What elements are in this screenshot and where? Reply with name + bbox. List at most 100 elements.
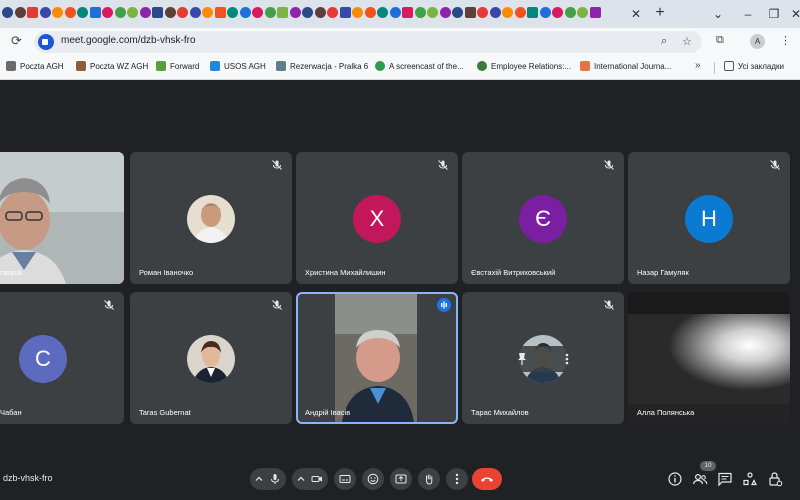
tab-favicon[interactable] (302, 7, 313, 18)
more-options-icon[interactable] (564, 352, 570, 366)
participant-tile[interactable]: С Чабан (0, 292, 124, 424)
tab-favicon[interactable] (339, 7, 351, 18)
tab-favicon[interactable] (552, 7, 563, 18)
tab-favicon[interactable] (227, 7, 238, 18)
bookmark-item[interactable]: Poczta WZ AGH (76, 61, 148, 75)
tab-favicon[interactable] (589, 7, 601, 18)
present-screen-button[interactable] (390, 468, 412, 490)
bookmark-star-icon[interactable]: ☆ (682, 35, 692, 48)
tile-hover-controls[interactable] (508, 346, 578, 372)
chat-icon[interactable] (716, 470, 734, 488)
tab-favicon[interactable] (352, 7, 363, 18)
tab-favicon[interactable] (327, 7, 338, 18)
tab-favicon[interactable] (252, 7, 263, 18)
tab-favicon[interactable] (414, 7, 426, 18)
tab-favicon[interactable] (14, 7, 26, 18)
participant-tile[interactable]: Taras Gubernat (130, 292, 292, 424)
tab-favicon[interactable] (277, 7, 288, 18)
raise-hand-button[interactable] (418, 468, 440, 490)
tab-favicon[interactable] (527, 7, 538, 18)
address-bar[interactable]: meet.google.com/dzb-vhsk-fro ⌕ ☆ (34, 31, 702, 53)
bookmark-item[interactable]: Poczta AGH (6, 61, 64, 75)
pin-icon[interactable] (516, 352, 528, 366)
chevron-down-icon[interactable]: ⌄ (710, 6, 726, 22)
people-icon[interactable] (691, 470, 709, 488)
tab-favicon[interactable] (152, 7, 163, 18)
pinned-tabs-favicons[interactable] (2, 7, 622, 21)
maximize-icon[interactable]: ❐ (766, 6, 782, 22)
tab-favicon[interactable] (39, 7, 51, 18)
participant-tile[interactable]: Тарас Михайлов (462, 292, 624, 424)
bookmark-item[interactable]: USOS AGH (210, 61, 266, 75)
tab-favicon[interactable] (389, 7, 401, 18)
tab-favicon[interactable] (2, 7, 13, 18)
participant-tile[interactable]: rasyuk (0, 152, 124, 284)
leave-call-button[interactable] (472, 468, 502, 490)
tab-favicon[interactable] (427, 7, 438, 18)
tab-favicon[interactable] (289, 7, 301, 18)
tab-favicon[interactable] (477, 7, 488, 18)
chevron-up-icon[interactable] (296, 474, 306, 484)
participant-tile-active-speaker[interactable]: Андрій Івасів (296, 292, 458, 424)
url-text[interactable]: meet.google.com/dzb-vhsk-fro (61, 35, 196, 46)
tab-favicon[interactable] (77, 7, 88, 18)
close-tab-icon[interactable]: ✕ (628, 6, 644, 22)
tab-favicon[interactable] (214, 7, 226, 18)
close-window-icon[interactable]: ✕ (788, 6, 800, 22)
tab-favicon[interactable] (452, 7, 463, 18)
participant-tile[interactable]: Н Назар Гамуляк (628, 152, 790, 284)
meeting-info-icon[interactable] (666, 470, 684, 488)
tab-favicon[interactable] (102, 7, 113, 18)
bookmark-item[interactable]: Rezerwacja - Pralka 6 (276, 61, 368, 75)
tab-favicon[interactable] (464, 7, 476, 18)
site-info-icon[interactable] (38, 34, 54, 50)
bookmark-item[interactable]: Employee Relations:... (477, 61, 571, 75)
tab-favicon[interactable] (489, 7, 501, 18)
new-tab-button[interactable]: + (652, 5, 668, 21)
tab-favicon[interactable] (127, 7, 138, 18)
tab-favicon[interactable] (64, 7, 76, 18)
menu-icon[interactable]: ⋮ (780, 34, 791, 47)
tab-favicon[interactable] (314, 7, 326, 18)
profile-avatar[interactable]: A (750, 34, 765, 49)
all-bookmarks-folder[interactable]: Усі закладки (724, 61, 784, 75)
participant-tile[interactable]: Х Христина Михайлишин (296, 152, 458, 284)
tab-favicon[interactable] (52, 7, 63, 18)
activities-icon[interactable] (741, 470, 759, 488)
reactions-button[interactable] (362, 468, 384, 490)
participant-tile[interactable]: Є Євстахій Витриховський (462, 152, 624, 284)
tab-favicon[interactable] (577, 7, 588, 18)
microphone-control[interactable] (250, 468, 286, 490)
tab-favicon[interactable] (377, 7, 388, 18)
tab-favicon[interactable] (27, 7, 38, 18)
host-controls-icon[interactable] (766, 470, 784, 488)
participant-tile[interactable]: Алла Полянська (628, 292, 790, 424)
zoom-icon[interactable]: ⌕ (661, 35, 667, 48)
tab-favicon[interactable] (539, 7, 551, 18)
bookmark-item[interactable]: International Journa... (580, 61, 671, 75)
tab-favicon[interactable] (164, 7, 176, 18)
tab-favicon[interactable] (264, 7, 276, 18)
tab-favicon[interactable] (364, 7, 376, 18)
tab-favicon[interactable] (402, 7, 413, 18)
captions-button[interactable] (334, 468, 356, 490)
tab-favicon[interactable] (189, 7, 201, 18)
bookmark-item[interactable]: Forward (156, 61, 199, 75)
bookmark-item[interactable]: A screencast of the... (375, 61, 464, 75)
camera-icon[interactable] (310, 472, 324, 486)
tab-favicon[interactable] (439, 7, 451, 18)
tab-favicon[interactable] (514, 7, 526, 18)
minimize-icon[interactable]: – (740, 6, 756, 22)
tab-favicon[interactable] (89, 7, 101, 18)
tab-favicon[interactable] (239, 7, 251, 18)
tab-favicon[interactable] (114, 7, 126, 18)
chevron-up-icon[interactable] (254, 474, 264, 484)
reload-icon[interactable]: ⟳ (11, 33, 22, 49)
tab-favicon[interactable] (202, 7, 213, 18)
more-options-button[interactable] (446, 468, 468, 490)
tab-favicon[interactable] (502, 7, 513, 18)
camera-control[interactable] (292, 468, 328, 490)
participant-tile[interactable]: Роман Іваночко (130, 152, 292, 284)
mic-icon[interactable] (268, 472, 282, 486)
tab-favicon[interactable] (177, 7, 188, 18)
